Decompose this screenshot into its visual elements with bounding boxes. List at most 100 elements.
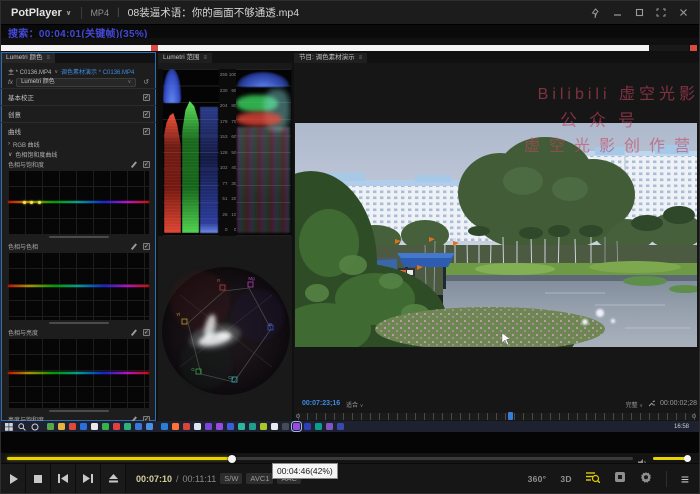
next-button[interactable]: [76, 464, 101, 493]
chevron-down-icon: ∨: [8, 151, 12, 158]
recorded-window-edge-dark: [649, 45, 689, 51]
control-bar: 00:07:10 / 00:11:11 S/W AVC1 AAC 360° 3D…: [1, 463, 699, 493]
tab-lumetri-scopes: Lumetri 范围 ≡: [158, 53, 212, 63]
program-video-frame: [295, 123, 697, 347]
controls-divider: [666, 471, 667, 487]
vr-360-button[interactable]: 360°: [528, 474, 547, 484]
ruler-handle-left: [296, 414, 300, 418]
overlay-red-trace: [236, 112, 282, 126]
status-line: 搜索：00:04:01(关键帧)(35%): [1, 26, 699, 38]
video-codec-badge: AVC1: [246, 473, 273, 484]
eyedropper-icon: [133, 161, 139, 167]
program-monitor-panel: 节目: 调色素材演示 ≡ Bilibili 虚空光影 公众号 虚空光影创作营: [294, 52, 700, 421]
titlebar: PotPlayer ∨ MP4 | 08装逼术语：你的画面不够通透.mp4: [1, 1, 699, 25]
curve-label-hue-luma: 色相与亮度 ✓: [1, 327, 156, 337]
current-time: 00:07:10: [136, 474, 172, 484]
overlay-blue-trace: [237, 72, 289, 87]
reset-icon: ↺: [143, 78, 149, 86]
chevron-down-icon: ∨: [54, 69, 58, 75]
curve-graph-hue-hue: [8, 252, 149, 320]
chevron-down-icon: ∨: [127, 79, 131, 86]
curve-label-hue-hue: 色相与色相 ✓: [1, 241, 156, 251]
cortana-icon: [31, 423, 39, 431]
vs-label-r: R: [217, 278, 220, 283]
app-name: PotPlayer: [11, 7, 62, 19]
panel-toggle-button[interactable]: [614, 470, 626, 488]
fx-icon: fx: [8, 79, 13, 86]
window-title: 08装逼术语：你的画面不够通透.mp4: [120, 5, 308, 20]
lumetri-scopes-panel: Lumetri 范围 ≡ 255230204179153128102775126…: [158, 52, 292, 421]
overlay-mixed-trace: [237, 127, 290, 233]
waveform-green: [182, 101, 199, 233]
curve-point: [38, 201, 41, 204]
vs-label-yl: Yl: [176, 312, 180, 317]
fit-dropdown: 适合 ∨: [346, 400, 363, 409]
settings-wrench-icon: [648, 400, 655, 409]
format-badge: MP4: [82, 8, 117, 18]
curve-point: [23, 201, 26, 204]
landscape-scene: [295, 123, 697, 347]
vs-label-cy: Cy: [228, 375, 234, 380]
search-icon: [18, 423, 26, 431]
windows-start-icon: [5, 418, 13, 433]
waveform-red: [164, 113, 181, 233]
checkbox-checked-icon: ✓: [143, 329, 150, 336]
hue-spectrum-line: [8, 285, 149, 287]
chevron-down-icon: ∨: [360, 403, 364, 409]
potplayer-window: PotPlayer ∨ MP4 | 08装逼术语：你的画面不够通透.mp4: [0, 0, 700, 494]
vs-label-mg: Mg: [248, 276, 254, 281]
volume-fill: [653, 457, 687, 460]
video-surface[interactable]: Lumetri 颜色 ≡ 主 * C0136.MP4 ∨ 调色素材演示 * C0…: [1, 38, 700, 432]
volume-knob[interactable]: [684, 455, 691, 462]
app-menu-button[interactable]: PotPlayer ∨: [1, 1, 81, 24]
rgb-parade-scope: [163, 69, 219, 236]
fullscreen-button[interactable]: [653, 6, 669, 20]
seek-tooltip: 00:04:46(42%): [272, 463, 338, 479]
eyedropper-icon: [133, 243, 139, 249]
menu-button[interactable]: ≡: [681, 474, 689, 484]
vs-label-b: B: [269, 322, 272, 327]
volume-slider[interactable]: [653, 457, 691, 460]
playlist-search-button[interactable]: [586, 470, 600, 488]
letterbox-gap: [1, 432, 699, 453]
effect-dropdown: Lumetri 颜色 ∨: [16, 78, 136, 87]
play-button[interactable]: [1, 464, 26, 493]
section-basic-correction: 基本校正 ✓: [1, 88, 156, 105]
maximize-button[interactable]: [631, 6, 647, 20]
seekbar-knob[interactable]: [228, 455, 236, 463]
panel-menu-icon: ≡: [203, 53, 207, 63]
graph-resize-handle: [49, 322, 109, 324]
waveform-blue-peak: [163, 69, 181, 103]
hue-spectrum-line: [8, 372, 149, 374]
pin-icon[interactable]: [587, 6, 603, 20]
vectorscope: [160, 265, 292, 397]
taskbar-app-icons: [161, 423, 344, 430]
render-mode-badge: S/W: [220, 473, 242, 484]
monitor-playhead: [508, 412, 513, 420]
previous-button[interactable]: [51, 464, 76, 493]
rgb-curves-row: › RGB 曲线: [1, 139, 156, 149]
ruler-handle-right: [692, 414, 696, 418]
settings-gear-icon[interactable]: [640, 470, 652, 488]
3d-button[interactable]: 3D: [560, 474, 571, 484]
master-clip-label: 主 * C0136.MP4: [8, 67, 51, 76]
curve-graph-hue-sat: [8, 170, 149, 234]
duration-timecode: 00:00:02;28: [660, 400, 697, 407]
stop-button[interactable]: [26, 464, 51, 493]
seekbar[interactable]: [7, 457, 633, 460]
chevron-right-icon: ›: [8, 141, 10, 147]
panel-menu-icon: ≡: [46, 53, 50, 63]
lumetri-color-panel: Lumetri 颜色 ≡ 主 * C0136.MP4 ∨ 调色素材演示 * C0…: [1, 52, 156, 421]
checkbox-checked-icon: ✓: [143, 111, 150, 118]
close-button[interactable]: [675, 6, 691, 20]
graph-resize-handle: [49, 236, 109, 238]
minimize-button[interactable]: [609, 6, 625, 20]
section-curves: 曲线 ✓: [1, 122, 156, 139]
scope-scales: 2552302041791531281027751260 10090807060…: [219, 73, 236, 233]
seekbar-fill: [7, 457, 232, 460]
curve-graph-hue-luma: [8, 338, 149, 408]
tab-program-monitor: 节目: 调色素材演示 ≡: [294, 53, 367, 63]
open-file-button[interactable]: [101, 464, 126, 493]
curve-point: [30, 201, 33, 204]
rgb-overlay-scope: [236, 69, 291, 236]
